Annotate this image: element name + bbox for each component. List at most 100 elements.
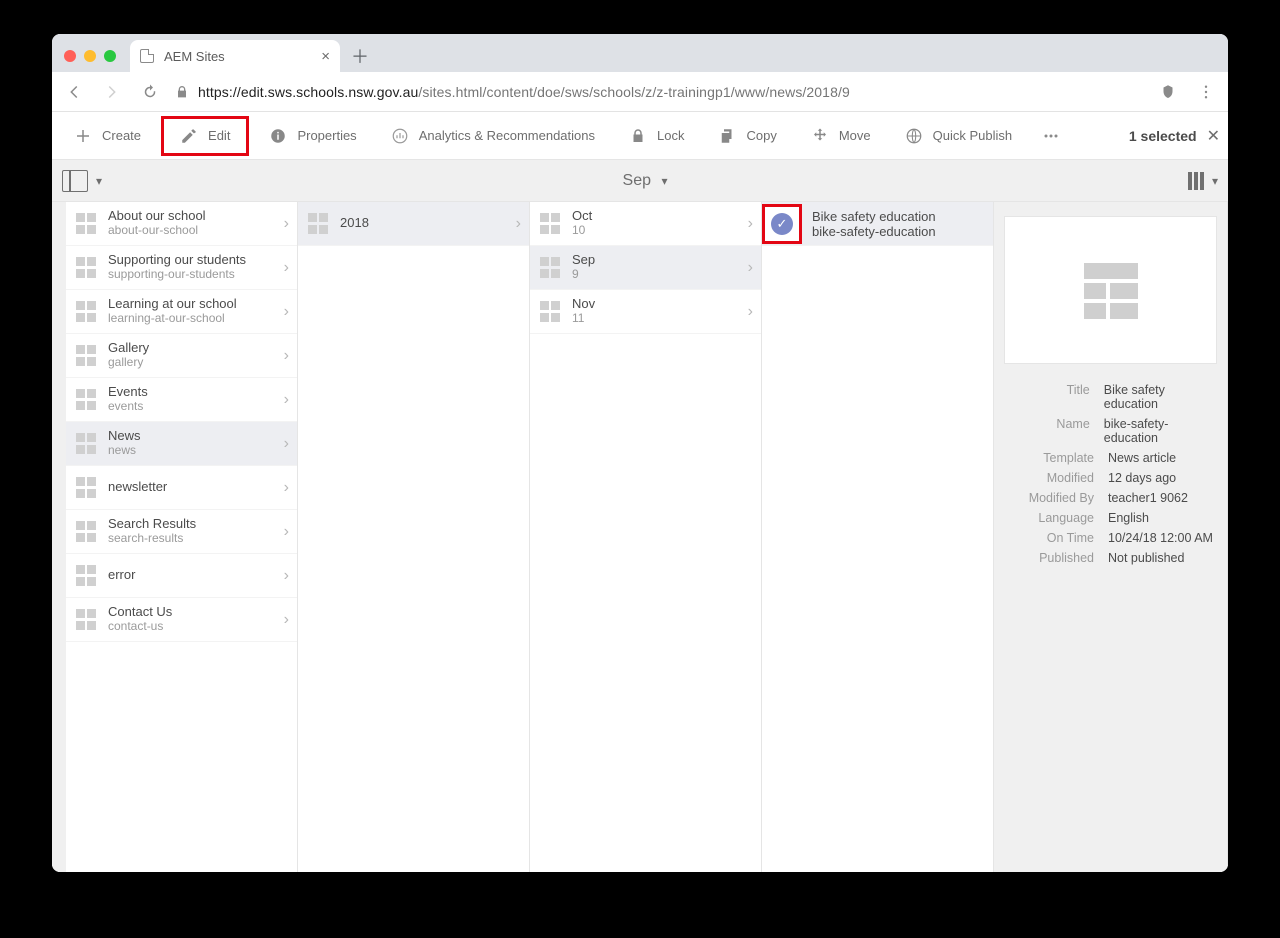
create-button[interactable]: Create — [60, 116, 155, 156]
tab-title: AEM Sites — [164, 49, 225, 64]
lock-button[interactable]: Lock — [615, 116, 698, 156]
item-title: newsletter — [108, 480, 274, 495]
column-2: Oct10›Sep9› Nov11 › — [530, 202, 762, 872]
item-title: Oct — [572, 209, 738, 224]
list-item[interactable]: About our schoolabout-our-school › — [66, 202, 297, 246]
check-icon: ✓ — [771, 213, 793, 235]
address-field[interactable]: https://edit.sws.schools.nsw.gov.au/site… — [174, 84, 1144, 100]
column-0: About our schoolabout-our-school›Support… — [66, 202, 298, 872]
chevron-right-icon: › — [748, 259, 753, 277]
page-thumbnail-icon — [540, 301, 562, 323]
rail-title[interactable]: Sep ▾ — [110, 172, 1180, 190]
column-3: ✓ Bike safety educationbike-safety-educat… — [762, 202, 994, 872]
back-button[interactable] — [60, 78, 88, 106]
chevron-right-icon: › — [284, 391, 289, 409]
edit-button[interactable]: Edit — [161, 116, 249, 156]
chevron-right-icon: › — [516, 215, 521, 233]
list-item[interactable]: Oct10› — [530, 202, 761, 246]
item-subtitle: events — [108, 400, 274, 414]
page-thumbnail-icon — [308, 213, 330, 235]
list-item[interactable]: Eventsevents› — [66, 378, 297, 422]
column-browser: About our schoolabout-our-school›Support… — [52, 202, 1228, 872]
list-item[interactable]: newsletter› — [66, 466, 297, 510]
chevron-right-icon: › — [284, 215, 289, 233]
forward-button[interactable] — [98, 78, 126, 106]
list-item[interactable]: 2018› — [298, 202, 529, 246]
browser-tab[interactable]: AEM Sites × — [130, 40, 340, 72]
chevron-right-icon: › — [284, 523, 289, 541]
browser-menu-icon[interactable] — [1192, 78, 1220, 106]
item-subtitle: learning-at-our-school — [108, 312, 274, 326]
columns-icon — [1188, 172, 1204, 190]
list-item-selected[interactable]: ✓ Bike safety educationbike-safety-educat… — [762, 202, 993, 246]
new-tab-button[interactable]: ＋ — [348, 44, 372, 68]
tab-close-icon[interactable]: × — [321, 49, 330, 64]
item-title: Search Results — [108, 517, 274, 532]
analytics-button[interactable]: Analytics & Recommendations — [377, 116, 609, 156]
list-item[interactable]: Newsnews› — [66, 422, 297, 466]
item-title: Sep — [572, 253, 738, 268]
chevron-right-icon: › — [284, 567, 289, 585]
column-1: 2018› — [298, 202, 530, 872]
chevron-down-icon: ▾ — [661, 174, 667, 188]
chevron-down-icon: ▾ — [96, 174, 102, 188]
move-icon — [811, 127, 829, 145]
view-switcher[interactable]: ▾ — [1188, 172, 1218, 190]
item-title: Supporting our students — [108, 253, 274, 268]
clear-selection-button[interactable]: ✕ — [1207, 126, 1220, 146]
item-title: error — [108, 568, 274, 583]
plus-icon — [74, 127, 92, 145]
item-subtitle: gallery — [108, 356, 274, 370]
item-subtitle: news — [108, 444, 274, 458]
item-subtitle: contact-us — [108, 620, 274, 634]
item-subtitle: search-results — [108, 532, 274, 546]
selection-checkbox[interactable]: ✓ — [762, 204, 802, 244]
list-item[interactable]: Learning at our schoollearning-at-our-sc… — [66, 290, 297, 334]
ellipsis-icon — [1041, 126, 1061, 146]
list-item[interactable]: Supporting our studentssupporting-our-st… — [66, 246, 297, 290]
page-thumbnail-icon — [76, 257, 98, 279]
copy-button[interactable]: Copy — [704, 116, 790, 156]
rail-left-toggle[interactable]: ▾ — [62, 170, 102, 192]
page-thumbnail-icon — [76, 565, 98, 587]
list-item[interactable]: Search Resultssearch-results › — [66, 510, 297, 554]
page-thumbnail-icon — [76, 609, 98, 631]
chevron-down-icon: ▾ — [1212, 174, 1218, 188]
list-item[interactable]: error › — [66, 554, 297, 598]
quick-publish-button[interactable]: Quick Publish — [891, 116, 1026, 156]
item-title: Contact Us — [108, 605, 274, 620]
item-title: About our school — [108, 209, 274, 224]
list-item[interactable]: Gallerygallery › — [66, 334, 297, 378]
tab-strip: AEM Sites × ＋ — [52, 34, 1228, 72]
reload-button[interactable] — [136, 78, 164, 106]
chevron-right-icon: › — [284, 259, 289, 277]
window-close-icon[interactable] — [64, 50, 76, 62]
rail-panel-icon — [62, 170, 88, 192]
list-item[interactable]: Contact Uscontact-us › — [66, 598, 297, 642]
chevron-right-icon: › — [284, 611, 289, 629]
account-icon[interactable] — [1154, 78, 1182, 106]
chevron-right-icon: › — [748, 215, 753, 233]
globe-icon — [905, 127, 923, 145]
properties-button[interactable]: Properties — [255, 116, 370, 156]
chevron-right-icon: › — [748, 303, 753, 321]
list-item[interactable]: Sep9› — [530, 246, 761, 290]
item-title: Gallery — [108, 341, 274, 356]
item-title: Bike safety education — [812, 209, 985, 224]
lock-icon — [174, 84, 190, 100]
list-item[interactable]: Nov11 › — [530, 290, 761, 334]
item-subtitle: bike-safety-education — [812, 224, 985, 239]
details-panel: TitleBike safety education Namebike-safe… — [994, 202, 1228, 872]
move-button[interactable]: Move — [797, 116, 885, 156]
item-subtitle: 11 — [572, 312, 738, 326]
page-thumbnail-icon — [1084, 263, 1138, 317]
window-minimize-icon[interactable] — [84, 50, 96, 62]
rail-bar: ▾ Sep ▾ ▾ — [52, 160, 1228, 202]
item-subtitle: about-our-school — [108, 224, 274, 238]
chevron-right-icon: › — [284, 347, 289, 365]
item-subtitle: supporting-our-students — [108, 268, 274, 282]
window-maximize-icon[interactable] — [104, 50, 116, 62]
more-actions-button[interactable] — [1032, 126, 1070, 146]
page-thumbnail-icon — [76, 301, 98, 323]
item-title: Nov — [572, 297, 738, 312]
